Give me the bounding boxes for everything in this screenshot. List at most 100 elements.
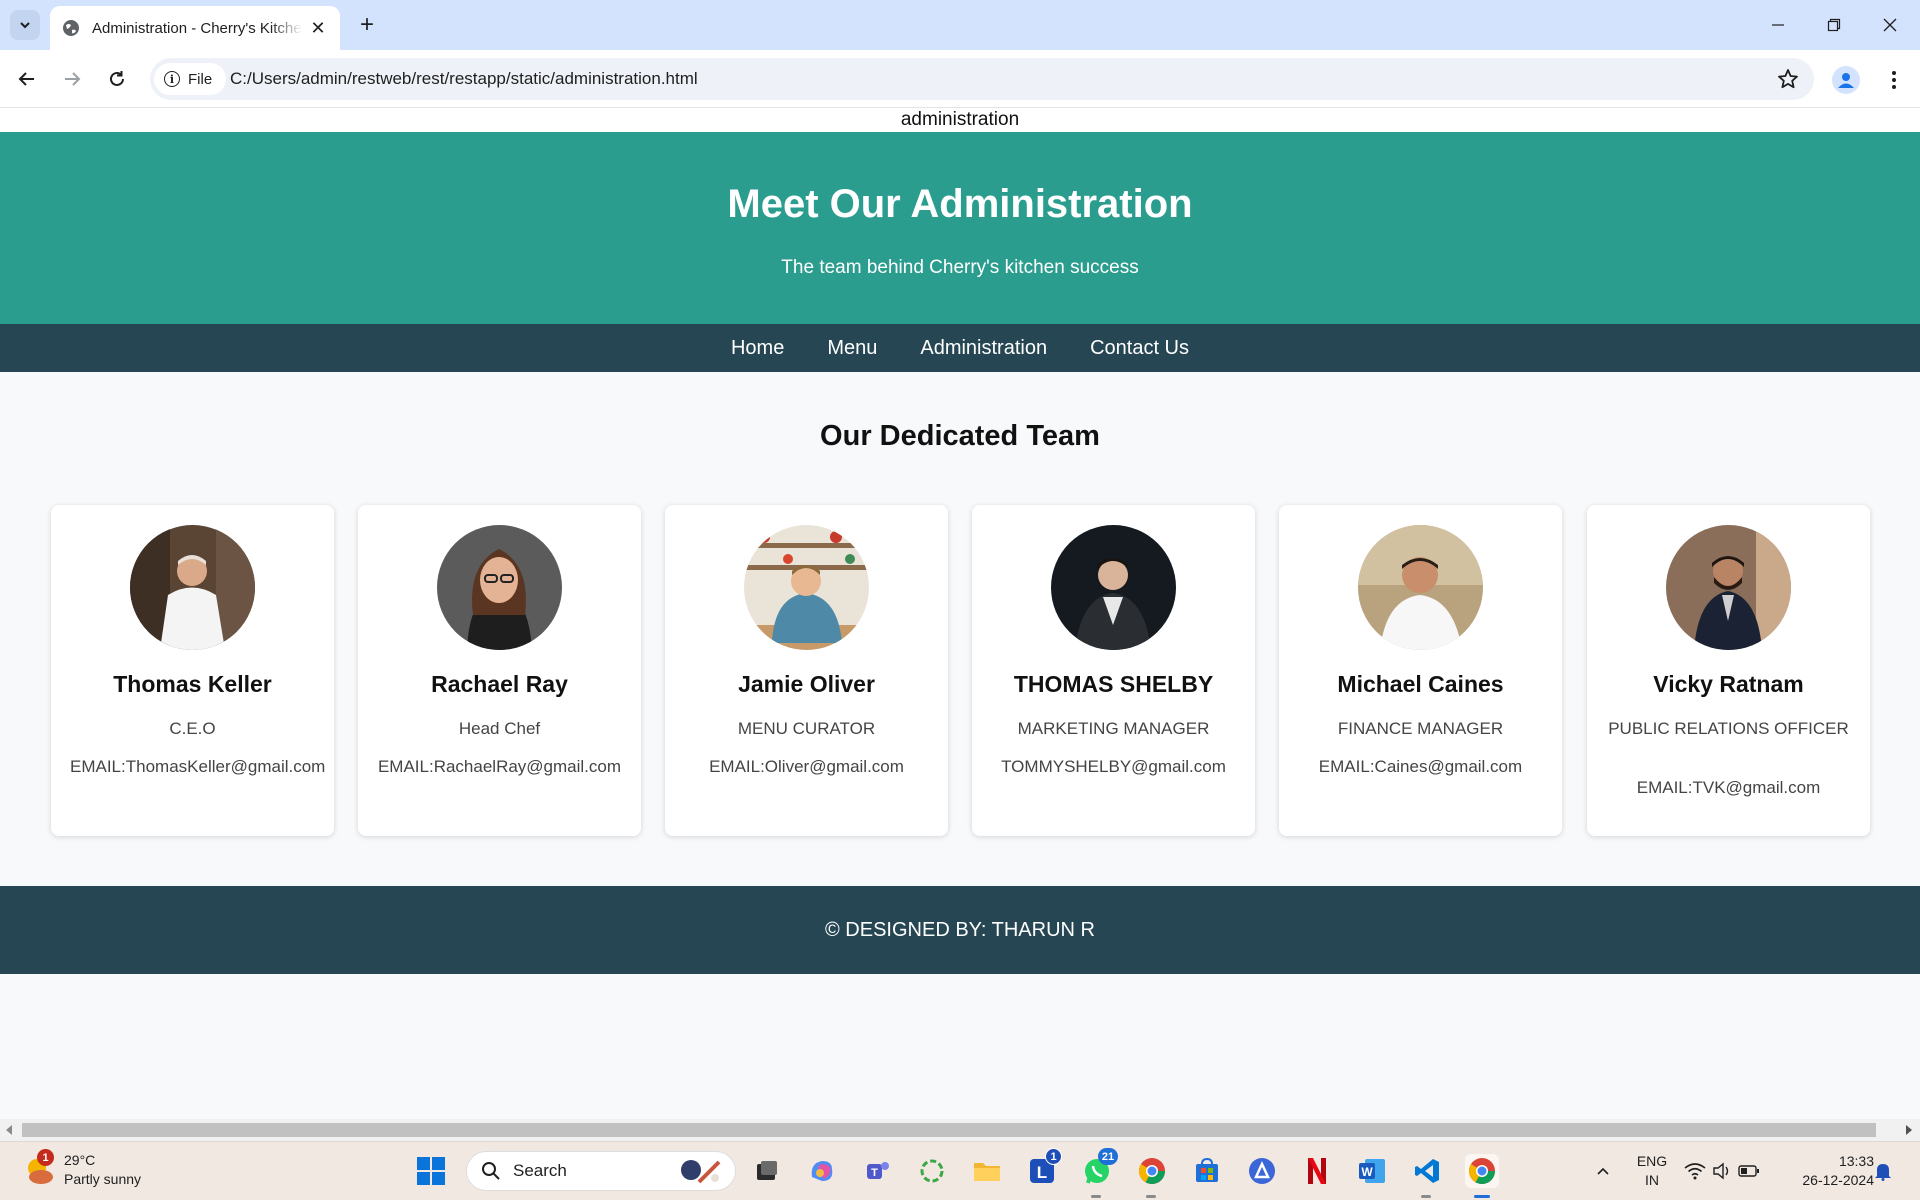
nav-link-menu[interactable]: Menu — [827, 337, 877, 360]
teams-app[interactable]: T — [860, 1154, 894, 1188]
chrome-app-active[interactable] — [1465, 1154, 1499, 1188]
forward-arrow-icon — [65, 72, 81, 86]
store-icon — [1196, 1157, 1218, 1182]
restore-button[interactable] — [1806, 8, 1862, 42]
start-button[interactable] — [414, 1154, 448, 1188]
member-email: TOMMYSHELBY@gmail.com — [1001, 757, 1226, 776]
team-photo — [437, 525, 562, 650]
whatsapp-app[interactable]: 21 — [1080, 1148, 1118, 1188]
task-view-button[interactable] — [750, 1154, 784, 1188]
hero-title: Meet Our Administration — [727, 182, 1193, 226]
minimize-button[interactable] — [1750, 8, 1806, 42]
horizontal-scrollbar[interactable] — [0, 1119, 1920, 1141]
member-email: EMAIL:RachaelRay@gmail.com — [377, 757, 622, 776]
active-indicator — [1474, 1195, 1490, 1198]
nav-link-contact-us[interactable]: Contact Us — [1090, 337, 1189, 360]
team-card-thomas-keller: Thomas Keller C.E.O EMAIL:ThomasKeller@g… — [51, 505, 334, 836]
team-photo — [744, 525, 869, 650]
browser-tab-bar: Administration - Cherry's Kitchen ✕ + — [0, 0, 1920, 50]
windows-taskbar: 1 29°C Partly sunny Search T L 1 21 W EN… — [0, 1141, 1920, 1200]
running-indicator — [1146, 1195, 1156, 1198]
browser-toolbar: i File C:/Users/admin/restweb/rest/resta… — [0, 50, 1920, 108]
weather-widget[interactable]: 1 29°C Partly sunny — [22, 1149, 141, 1189]
tab-search-button[interactable] — [10, 10, 40, 40]
scroll-left-arrow-icon[interactable] — [6, 1125, 12, 1135]
back-button[interactable] — [12, 64, 42, 94]
volume-icon — [1713, 1162, 1729, 1180]
teams-icon: T — [867, 1162, 889, 1179]
whatsapp-badge: 21 — [1098, 1148, 1118, 1165]
search-icon — [482, 1162, 500, 1180]
search-placeholder: Search — [513, 1161, 567, 1180]
copilot-icon — [811, 1161, 833, 1181]
show-hidden-icons-button[interactable] — [1586, 1154, 1620, 1188]
word-app[interactable]: W — [1355, 1154, 1389, 1188]
url-text[interactable]: C:/Users/admin/restweb/rest/restapp/stat… — [230, 69, 698, 89]
profile-button[interactable] — [1832, 66, 1860, 94]
info-icon: i — [164, 71, 180, 87]
taskbar-search[interactable]: Search — [466, 1151, 736, 1191]
member-name: Jamie Oliver — [738, 671, 875, 697]
forward-button[interactable] — [57, 64, 87, 94]
team-card-jamie-oliver: Jamie Oliver MENU CURATOR EMAIL:Oliver@g… — [665, 505, 948, 836]
tab-title: Administration - Cherry's Kitchen — [92, 19, 302, 37]
running-indicator — [1421, 1195, 1431, 1198]
chrome-icon — [1468, 1158, 1496, 1185]
browser-menu-button[interactable] — [1880, 66, 1908, 94]
vscode-icon — [1415, 1159, 1439, 1183]
triangle-app-icon — [1249, 1158, 1275, 1184]
svg-text:T: T — [871, 1167, 878, 1179]
site-info-chip[interactable]: i File — [154, 63, 227, 95]
notifications-button[interactable] — [1868, 1154, 1898, 1188]
scroll-right-arrow-icon[interactable] — [1906, 1125, 1912, 1135]
member-name: Thomas Keller — [113, 671, 272, 697]
team-photo — [1051, 525, 1176, 650]
hero-subtitle: The team behind Cherry's kitchen success — [781, 257, 1139, 278]
weather-sun-cloud-icon: 1 — [22, 1149, 56, 1187]
chevron-up-icon — [1597, 1167, 1609, 1175]
folder-icon — [974, 1163, 1000, 1181]
nav-link-home[interactable]: Home — [731, 337, 784, 360]
member-name: Rachael Ray — [431, 671, 568, 697]
quick-settings-button[interactable] — [1680, 1154, 1764, 1188]
weather-badge: 1 — [37, 1149, 54, 1166]
browser-tab-active[interactable]: Administration - Cherry's Kitchen ✕ — [50, 6, 340, 50]
address-bar[interactable]: i File C:/Users/admin/restweb/rest/resta… — [150, 58, 1814, 100]
refresh-circle-icon — [920, 1159, 944, 1183]
minimize-icon — [1772, 24, 1784, 26]
netflix-app[interactable] — [1300, 1154, 1334, 1188]
scrollbar-thumb[interactable] — [22, 1123, 1876, 1137]
clock[interactable]: 13:33 26-12-2024 — [1782, 1152, 1874, 1190]
member-name: Vicky Ratnam — [1653, 671, 1804, 697]
chevron-down-icon — [20, 22, 30, 29]
clock-date: 26-12-2024 — [1802, 1172, 1874, 1188]
vscode-app[interactable] — [1410, 1154, 1444, 1188]
close-window-button[interactable] — [1862, 8, 1918, 42]
store-app[interactable] — [1190, 1154, 1224, 1188]
chrome-app[interactable] — [1135, 1154, 1169, 1188]
circle-app[interactable] — [915, 1154, 949, 1188]
member-role: MENU CURATOR — [737, 719, 876, 738]
a-app[interactable] — [1245, 1154, 1279, 1188]
profile-icon — [1838, 73, 1854, 88]
svg-text:W: W — [1361, 1165, 1373, 1179]
svg-text:L: L — [1037, 1163, 1047, 1182]
team-photo — [1358, 525, 1483, 650]
reload-button[interactable] — [102, 64, 132, 94]
search-highlight-icon — [681, 1160, 721, 1184]
page-footer: © DESIGNED BY: THARUN R — [0, 886, 1920, 974]
copilot-app[interactable] — [805, 1154, 839, 1188]
new-tab-button[interactable]: + — [352, 10, 382, 40]
team-card-rachael-ray: Rachael Ray Head Chef EMAIL:RachaelRay@g… — [358, 505, 641, 836]
nav-link-administration[interactable]: Administration — [920, 337, 1047, 360]
tab-close-icon[interactable]: ✕ — [308, 18, 328, 39]
member-role: PUBLIC RELATIONS OFFICER — [1608, 719, 1849, 738]
file-explorer-app[interactable] — [970, 1154, 1004, 1188]
language-line1: ENG — [1636, 1153, 1668, 1169]
bookmark-star-icon[interactable] — [1776, 67, 1800, 91]
task-view-icon — [757, 1161, 777, 1180]
chrome-icon — [1138, 1158, 1166, 1185]
l-app[interactable]: L 1 — [1025, 1148, 1062, 1188]
restore-icon — [1827, 18, 1841, 32]
language-indicator[interactable]: ENG IN — [1632, 1152, 1672, 1190]
